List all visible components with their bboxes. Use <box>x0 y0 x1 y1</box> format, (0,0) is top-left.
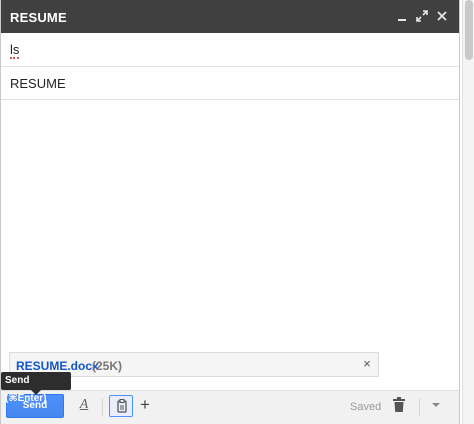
page-scrollbar[interactable] <box>462 0 474 424</box>
toolbar-divider <box>419 398 420 416</box>
compose-title-bar[interactable]: RESUME <box>1 0 459 33</box>
message-body[interactable] <box>1 100 459 348</box>
compose-toolbar: Send A + Saved <box>1 390 459 424</box>
scrollbar-thumb[interactable] <box>465 0 473 60</box>
subject-value: RESUME <box>10 76 66 91</box>
more-options-plus-icon[interactable]: + <box>138 395 152 415</box>
compose-window: RESUME ls RESUME RESUME.docx (25K) × Sen… <box>0 0 460 424</box>
recipients-field[interactable]: ls <box>1 33 459 67</box>
paperclip-icon <box>117 399 127 413</box>
remove-attachment-icon[interactable]: × <box>360 356 374 372</box>
recipient-value: ls <box>10 42 20 59</box>
compose-title: RESUME <box>10 10 67 25</box>
toolbar-divider <box>102 398 103 416</box>
subject-field[interactable]: RESUME <box>1 67 459 100</box>
attachment-filename[interactable]: RESUME.docx <box>16 359 99 373</box>
send-tooltip: Send (⌘Enter) <box>1 372 71 404</box>
draft-status: Saved <box>350 401 382 413</box>
attach-files-button[interactable] <box>109 395 133 417</box>
formatting-options-icon[interactable]: A <box>77 397 91 415</box>
minimize-icon[interactable] <box>396 9 410 23</box>
close-icon[interactable] <box>435 9 449 23</box>
expand-icon[interactable] <box>415 9 429 23</box>
more-options-dropdown-icon[interactable] <box>431 402 441 410</box>
attachment-size: (25K) <box>92 359 123 373</box>
discard-draft-trash-icon[interactable] <box>393 397 407 415</box>
